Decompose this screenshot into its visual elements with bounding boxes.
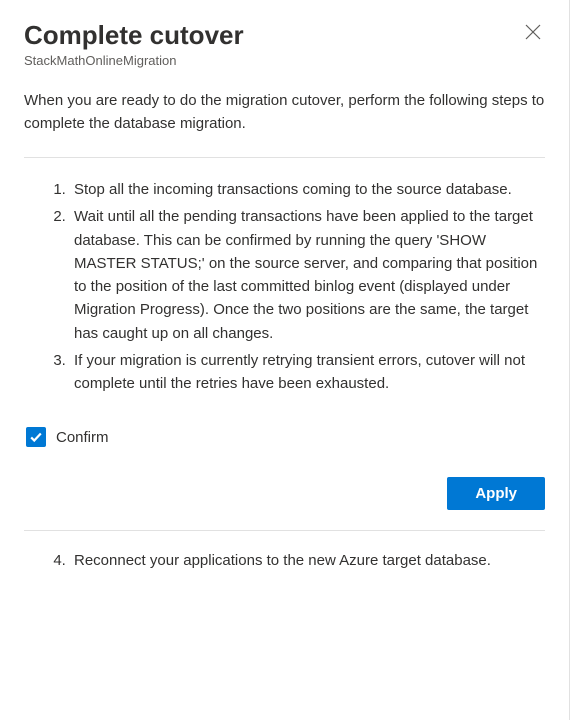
apply-button[interactable]: Apply <box>447 477 545 510</box>
step-item: Reconnect your applications to the new A… <box>70 549 545 572</box>
checkmark-icon <box>29 430 43 444</box>
dialog-subtitle: StackMathOnlineMigration <box>24 53 545 68</box>
steps-list-primary: Stop all the incoming transactions comin… <box>24 178 545 395</box>
close-icon <box>525 24 541 40</box>
divider <box>24 530 545 531</box>
intro-text: When you are ready to do the migration c… <box>24 90 545 135</box>
button-row: Apply <box>24 477 545 510</box>
confirm-label: Confirm <box>56 429 109 446</box>
steps-list-secondary: Reconnect your applications to the new A… <box>24 549 545 572</box>
confirm-checkbox[interactable] <box>26 427 46 447</box>
divider <box>24 157 545 158</box>
step-item: If your migration is currently retrying … <box>70 349 545 396</box>
step-item: Wait until all the pending transactions … <box>70 205 545 345</box>
step-item: Stop all the incoming transactions comin… <box>70 178 545 201</box>
confirm-row: Confirm <box>24 427 545 447</box>
close-button[interactable] <box>521 20 545 44</box>
dialog-title: Complete cutover <box>24 20 244 51</box>
